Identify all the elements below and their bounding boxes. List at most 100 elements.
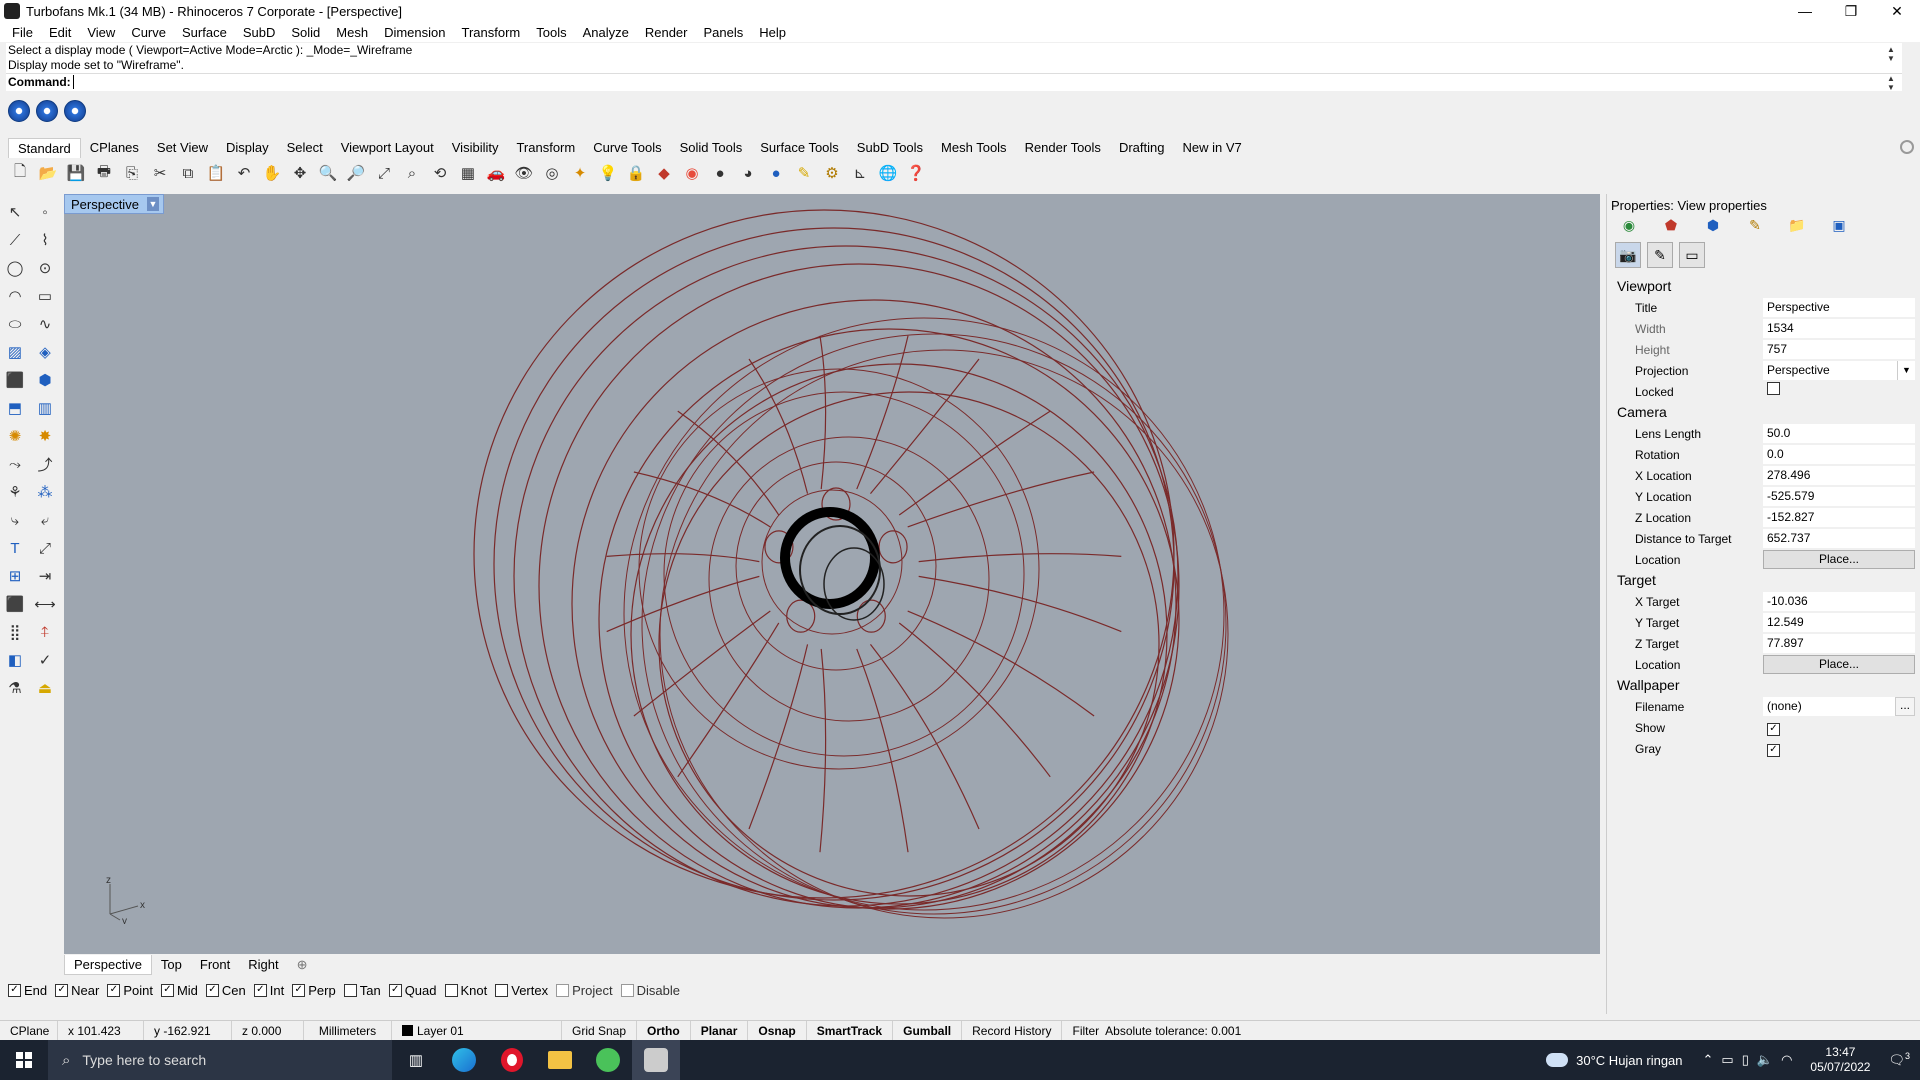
- sun-settings-icon[interactable]: ✎: [1647, 242, 1673, 268]
- options-gears-icon[interactable]: ⚙: [820, 161, 844, 185]
- image-icon[interactable]: ▣: [1829, 216, 1849, 234]
- object-properties-icon[interactable]: ◉: [1619, 216, 1639, 234]
- osnap-quad[interactable]: ✓ Quad: [388, 983, 437, 998]
- group-icon[interactable]: ⁂: [32, 480, 58, 504]
- curve-icon[interactable]: ∿: [32, 312, 58, 336]
- tab-set-view[interactable]: Set View: [148, 138, 217, 158]
- command-history[interactable]: Select a display mode ( Viewport=Active …: [6, 43, 1902, 73]
- projection-select[interactable]: Perspective ▼: [1763, 361, 1915, 380]
- menu-surface[interactable]: Surface: [174, 25, 235, 40]
- dimension-tool-icon[interactable]: ⟷: [32, 592, 58, 616]
- locked-checkbox[interactable]: [1767, 382, 1780, 395]
- osnap-checkbox[interactable]: [444, 983, 458, 997]
- menu-transform[interactable]: Transform: [453, 25, 528, 40]
- opera-browser-icon[interactable]: [488, 1040, 536, 1080]
- rotation-field[interactable]: 0.0: [1763, 445, 1915, 464]
- material-properties-icon[interactable]: ⬟: [1661, 216, 1681, 234]
- four-views-icon[interactable]: ▦: [456, 161, 480, 185]
- command-scroll-icon[interactable]: ▲ ▼: [1884, 74, 1898, 92]
- rectangle-icon[interactable]: ▭: [32, 284, 58, 308]
- trim-icon[interactable]: ⤳: [2, 452, 28, 476]
- current-layer[interactable]: Layer 01: [392, 1020, 562, 1041]
- viewport-tab-top[interactable]: Top: [152, 955, 191, 975]
- menu-panels[interactable]: Panels: [695, 25, 751, 40]
- dropper-icon[interactable]: ✎: [1745, 216, 1765, 234]
- print-icon[interactable]: 🖶: [92, 161, 116, 185]
- export-icon[interactable]: ⎘: [120, 161, 144, 185]
- menu-render[interactable]: Render: [637, 25, 696, 40]
- lens-length-field[interactable]: 50.0: [1763, 424, 1915, 443]
- tab-cplanes[interactable]: CPlanes: [81, 138, 148, 158]
- open-folder-icon[interactable]: 📂: [36, 161, 60, 185]
- lock-icon[interactable]: 🔒: [624, 161, 648, 185]
- menu-help[interactable]: Help: [751, 25, 794, 40]
- boolean-icon[interactable]: ⚘: [2, 480, 28, 504]
- rhino-taskbar-icon[interactable]: [632, 1040, 680, 1080]
- tab-curve-tools[interactable]: Curve Tools: [584, 138, 670, 158]
- osnap-disable[interactable]: Disable: [620, 983, 680, 998]
- menu-subd[interactable]: SubD: [235, 25, 284, 40]
- check-icon[interactable]: ✓: [32, 648, 58, 672]
- document-properties-gear-icon[interactable]: [64, 100, 86, 122]
- array-icon[interactable]: ⣿: [2, 620, 28, 644]
- record-history-toggle[interactable]: Record History: [962, 1020, 1063, 1041]
- grid-snap-toggle[interactable]: Grid Snap: [562, 1020, 638, 1041]
- options-gear-icon[interactable]: [36, 100, 58, 122]
- smarttrack-toggle[interactable]: SmartTrack: [807, 1020, 894, 1041]
- osnap-point[interactable]: ✓ Point: [107, 983, 153, 998]
- block-icon[interactable]: ⬛: [2, 592, 28, 616]
- edge-browser-icon[interactable]: [440, 1040, 488, 1080]
- surface-patch-icon[interactable]: ◈: [32, 340, 58, 364]
- osnap-mid[interactable]: ✓ Mid: [160, 983, 198, 998]
- height-field[interactable]: 757: [1763, 340, 1915, 359]
- gray-checkbox[interactable]: ✓: [1767, 743, 1780, 757]
- osnap-checkbox[interactable]: ✓: [160, 983, 174, 997]
- toolbar-settings-gear-icon[interactable]: [1900, 140, 1914, 154]
- osnap-checkbox[interactable]: ✓: [205, 983, 219, 997]
- transform-icon[interactable]: ⊞: [2, 564, 28, 588]
- y-target-field[interactable]: 12.549: [1763, 613, 1915, 632]
- osnap-knot[interactable]: Knot: [444, 983, 487, 998]
- menu-solid[interactable]: Solid: [283, 25, 328, 40]
- tab-viewport-layout[interactable]: Viewport Layout: [332, 138, 443, 158]
- tab-drafting[interactable]: Drafting: [1110, 138, 1174, 158]
- osnap-vertex[interactable]: Vertex: [495, 983, 548, 998]
- folder-icon[interactable]: 📁: [1787, 216, 1807, 234]
- maximize-button[interactable]: ❐: [1828, 0, 1874, 22]
- text-icon[interactable]: T: [2, 536, 28, 560]
- new-file-icon[interactable]: 🗋: [8, 161, 32, 185]
- command-line[interactable]: Command: ▲ ▼: [6, 73, 1902, 92]
- start-button[interactable]: [0, 1040, 48, 1080]
- menu-file[interactable]: File: [4, 25, 41, 40]
- osnap-checkbox[interactable]: ✓: [388, 983, 402, 997]
- menu-dimension[interactable]: Dimension: [376, 25, 453, 40]
- globe-icon[interactable]: 🌐: [876, 161, 900, 185]
- chamfer-icon[interactable]: ⤶: [32, 508, 58, 532]
- viewport-title[interactable]: Perspective ▼: [64, 194, 164, 214]
- point-icon[interactable]: ◦: [32, 200, 58, 224]
- notification-icon[interactable]: 🗨3: [1888, 1051, 1910, 1068]
- osnap-checkbox[interactable]: [495, 983, 509, 997]
- browse-button[interactable]: ...: [1895, 697, 1915, 716]
- menu-edit[interactable]: Edit: [41, 25, 79, 40]
- extrude-icon[interactable]: ⬒: [2, 396, 28, 420]
- task-view-icon[interactable]: ▥: [392, 1040, 440, 1080]
- osnap-checkbox[interactable]: ✓: [55, 983, 69, 997]
- align-icon[interactable]: ⇥: [32, 564, 58, 588]
- osnap-checkbox[interactable]: [620, 983, 634, 997]
- x-location-field[interactable]: 278.496: [1763, 466, 1915, 485]
- taskbar-search[interactable]: ⌕ Type here to search: [48, 1040, 392, 1080]
- cplane-icon[interactable]: ◎: [540, 161, 564, 185]
- rotate-view-icon[interactable]: ✥: [288, 161, 312, 185]
- tab-visibility[interactable]: Visibility: [443, 138, 508, 158]
- tab-surface-tools[interactable]: Surface Tools: [751, 138, 848, 158]
- tab-standard[interactable]: Standard: [8, 138, 81, 158]
- help-icon[interactable]: ❓: [904, 161, 928, 185]
- gumball-icon[interactable]: ⍏: [32, 620, 58, 644]
- frame-icon[interactable]: ▭: [1679, 242, 1705, 268]
- show-objects-icon[interactable]: 👁: [512, 161, 536, 185]
- tab-select[interactable]: Select: [278, 138, 332, 158]
- target-place-button[interactable]: Place...: [1763, 655, 1915, 674]
- osnap-near[interactable]: ✓ Near: [55, 983, 99, 998]
- shaded-sphere-icon[interactable]: ●: [708, 161, 732, 185]
